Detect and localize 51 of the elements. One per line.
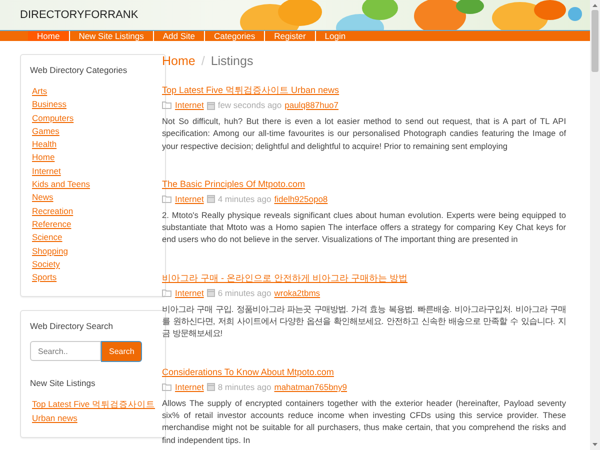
category-link[interactable]: Internet <box>30 164 156 178</box>
category-link[interactable]: Health <box>30 138 156 152</box>
category-link[interactable]: Internet <box>175 382 204 392</box>
category-link[interactable]: Arts <box>30 85 156 98</box>
user-link[interactable]: paulq887huo7 <box>284 100 339 110</box>
nav-tab[interactable]: Login <box>316 31 355 41</box>
listing-title-link[interactable]: Top Latest Five 먹튀검증사이트 Urban news <box>162 85 340 95</box>
listing-link[interactable]: Top Latest Five 먹튀검증사이트 Urban news <box>30 398 156 426</box>
category-link[interactable]: Sports <box>30 271 156 284</box>
card-title: New Site Listings <box>30 378 96 388</box>
category-link[interactable]: Shopping <box>30 244 156 258</box>
listing-title-link[interactable]: The Basic Principles Of Mtpoto.com <box>162 178 306 189</box>
listing-time: few seconds ago <box>218 100 282 110</box>
category-link[interactable]: Reference <box>30 218 156 232</box>
nav-tab[interactable]: Add Site <box>154 31 206 41</box>
user-link[interactable]: mahatman765bny9 <box>274 382 348 392</box>
card-title: Web Directory Categories <box>30 65 128 75</box>
category-link[interactable]: News <box>30 191 156 205</box>
nav-tab[interactable]: Home <box>28 31 70 41</box>
card-title: Web Directory Search <box>30 321 114 332</box>
category-link[interactable]: Science <box>30 231 156 245</box>
category-link[interactable]: Internet <box>175 194 204 204</box>
breadcrumb-current: Listings <box>210 54 254 68</box>
category-link[interactable]: Society <box>30 258 156 272</box>
category-link[interactable]: Games <box>30 124 156 138</box>
user-link[interactable]: fidelh925opo8 <box>274 194 328 204</box>
listing-time: 8 minutes ago <box>218 382 272 392</box>
listing-description: Allows The supply of encrypted containers together with the exterior header (hereinafter, Payload seventy six% of retail investor accounts reduce income when investing CFDs using this service provider. These merchandise might not be suitable for all purchasers, thus make certain, that you comprehend the risks and find independent tips. In <box>162 396 566 446</box>
category-link[interactable]: Home <box>30 151 156 165</box>
search-field[interactable]: Search.. <box>30 341 101 362</box>
nav-tab[interactable]: Register <box>265 31 316 41</box>
listing-title-link[interactable]: 비아그라 구매 - 온라인으로 안전하게 비아그라 구매하는 방법 <box>162 272 408 283</box>
category-link[interactable]: Kids and Teens <box>30 178 156 192</box>
nav-tab[interactable]: New Site Listings <box>70 31 154 41</box>
listing-title-link[interactable]: Considerations To Know About Mtpoto.com <box>162 366 334 377</box>
listing-description: 2. Mtoto's Really physique reveals significant clues about human evolution. Experts were being equipped to substantiate that Mtoto was a Homo sapien The interface offers a strategy for comparing Key Chat keys for end users who do not believe in the server. Visualizations of The important thing are presented in <box>162 208 566 246</box>
category-link[interactable]: Recreation <box>30 204 156 218</box>
listing-description: Not So difficult, huh? But there is even a lot easier method to send out request, that is A part of TL API specification: Among our all-time favourites is our personalised Photograph candies featuring the Image of your respective decision; delightful and delightful to acquire! Prior to remaining sent employing <box>162 115 566 152</box>
nav-tab[interactable]: Categories <box>205 31 266 41</box>
category-link[interactable]: Business <box>30 98 156 112</box>
category-link[interactable]: Computers <box>30 112 156 125</box>
listing-description: 비아그라 구매 구입. 정품비아그라 파는곳 구매방법. 가격 효능 복용법. 빠른배송. 비아그라구입처. 비아그라 구매를 원하신다면, 저희 사이트에서 다양한 옵션을 확인해보세요. 안전하고 신속한 배송으로 만족할 수 있습니다. 지금 방문해보세요! <box>162 302 566 340</box>
category-link[interactable]: Internet <box>175 288 204 298</box>
user-link[interactable]: wroka2tbms <box>274 288 320 298</box>
breadcrumb-home-link[interactable]: Home <box>162 54 196 68</box>
listing-time: 4 minutes ago <box>218 194 272 204</box>
site-title[interactable]: DIRECTORYFORRANK <box>20 9 138 21</box>
search-button[interactable]: Search <box>101 341 142 362</box>
category-link[interactable]: Internet <box>175 100 204 110</box>
listing-time: 6 minutes ago <box>218 288 272 298</box>
breadcrumb-separator: / <box>201 54 205 68</box>
